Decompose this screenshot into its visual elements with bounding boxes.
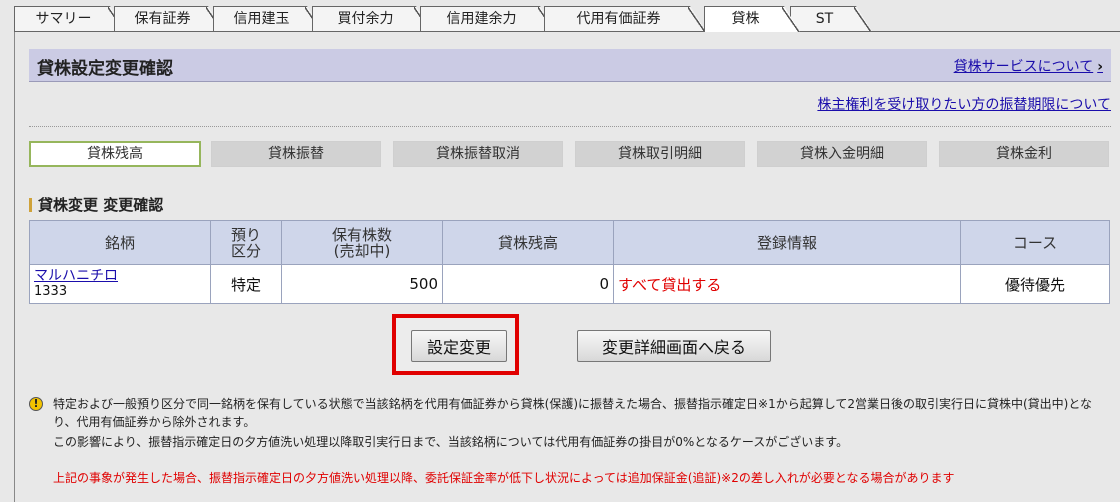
subnav-lending-transfer[interactable]: 貸株振替	[211, 141, 381, 167]
cell-account: 特定	[210, 264, 282, 304]
col-header-name: 銘柄	[29, 220, 211, 265]
cell-course: 優待優先	[960, 264, 1110, 304]
col-header-registration: 登録情報	[613, 220, 961, 265]
tab-summary[interactable]: サマリー	[14, 6, 126, 31]
col-header-course: コース	[960, 220, 1110, 265]
subnav-lending-rates[interactable]: 貸株金利	[939, 141, 1109, 167]
tab-label: ST	[815, 11, 834, 27]
note-line-2: この影響により、振替指示確定日の夕方値洗い処理以降取引実行日まで、当該銘柄につい…	[53, 435, 849, 449]
title-bar: 貸株設定変更確認 貸株サービスについて ›	[29, 49, 1111, 82]
tab-collateral-securities[interactable]: 代用有価証券	[544, 6, 706, 31]
tab-label: 買付余力	[337, 11, 394, 27]
table-header-row: 銘柄 預り 区分 保有株数 (売却中) 貸株残高 登録情報 コース	[29, 220, 1110, 265]
col-header-balance: 貸株残高	[442, 220, 614, 265]
tab-stock-lending[interactable]: 貸株	[704, 6, 800, 32]
tab-holdings[interactable]: 保有証券	[114, 6, 224, 31]
col-header-account: 預り 区分	[210, 220, 282, 265]
tab-label: 信用建玉	[233, 11, 290, 27]
stock-name-link[interactable]: マルハニチロ	[34, 269, 206, 284]
col-header-quantity-line2: (売却中)	[333, 241, 391, 260]
back-to-details-button[interactable]: 変更詳細画面へ戻る	[577, 330, 771, 362]
lending-subnav: 貸株残高 貸株振替 貸株振替取消 貸株取引明細 貸株入金明細 貸株金利	[29, 141, 1111, 167]
cell-quantity: 500	[281, 264, 443, 304]
lending-change-table: 銘柄 預り 区分 保有株数 (売却中) 貸株残高 登録情報 コース マルハニチロ 1…	[29, 220, 1110, 304]
divider	[29, 126, 1111, 127]
section-heading-text: 貸株変更 変更確認	[38, 196, 164, 214]
chevron-right-icon: ›	[1097, 59, 1103, 75]
table-row: マルハニチロ 1333 特定 500 0 すべて貸出する 優待優先	[29, 264, 1110, 304]
tab-label: 保有証券	[134, 11, 191, 27]
main-panel: 貸株設定変更確認 貸株サービスについて › 株主権利を受け取りたい方の振替期限につ…	[14, 32, 1120, 502]
tab-label: サマリー	[35, 11, 92, 27]
tab-label: 貸株	[731, 11, 760, 27]
tab-buying-power[interactable]: 買付余力	[312, 6, 432, 31]
tab-margin-capacity[interactable]: 信用建余力	[420, 6, 556, 31]
subnav-label: 貸株取引明細	[618, 146, 702, 162]
heading-marker	[29, 198, 32, 212]
page-title: 貸株設定変更確認	[37, 59, 173, 79]
stock-code: 1333	[34, 284, 68, 299]
subnav-label: 貸株振替	[268, 146, 324, 162]
tab-label: 代用有価証券	[576, 11, 661, 27]
shareholder-rights-link[interactable]: 株主権利を受け取りたい方の振替期限について	[817, 94, 1111, 114]
note-line-1: 特定および一般預り区分で同一銘柄を保有している状態で当該銘柄を代用有価証券から貸…	[53, 397, 1092, 429]
tab-st[interactable]: ST	[790, 6, 872, 31]
cell-balance: 0	[442, 264, 614, 304]
col-header-quantity: 保有株数 (売却中)	[281, 220, 443, 265]
subnav-deposit-details[interactable]: 貸株入金明細	[757, 141, 927, 167]
subnav-label: 貸株入金明細	[800, 146, 884, 162]
subnav-label: 貸株金利	[996, 146, 1052, 162]
cell-name: マルハニチロ 1333	[29, 264, 211, 304]
tab-label: 信用建余力	[446, 11, 517, 27]
subnav-transfer-cancel[interactable]: 貸株振替取消	[393, 141, 563, 167]
note-line-3: 上記の事象が発生した場合、振替指示確定日の夕方値洗い処理以降、委託保証金率が低下…	[53, 471, 955, 485]
tab-margin-positions[interactable]: 信用建玉	[213, 6, 323, 31]
section-heading: 貸株変更 変更確認	[29, 194, 163, 215]
service-info-link-label: 貸株サービスについて	[953, 59, 1094, 75]
subnav-transaction-details[interactable]: 貸株取引明細	[575, 141, 745, 167]
cell-registration: すべて貸出する	[613, 264, 961, 304]
service-info-link[interactable]: 貸株サービスについて ›	[954, 56, 1103, 76]
warning-icon: !	[29, 397, 43, 411]
change-settings-button[interactable]: 設定変更	[411, 330, 507, 362]
col-header-account-line2: 区分	[230, 241, 261, 260]
subnav-label: 貸株振替取消	[436, 146, 520, 162]
subnav-lending-balance[interactable]: 貸株残高	[29, 141, 201, 167]
subnav-label: 貸株残高	[87, 146, 143, 162]
